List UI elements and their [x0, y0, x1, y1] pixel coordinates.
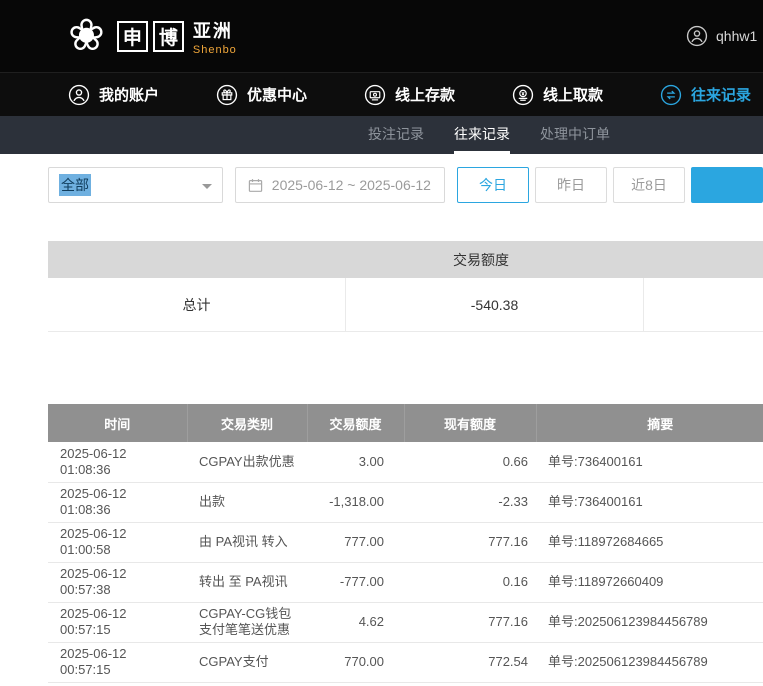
table-row: 2025-06-12 00:57:15 CGPAY-CG钱包支付笔笔送优惠 4.… — [48, 602, 763, 642]
table-header-row: 时间 交易类别 交易额度 现有额度 摘要 — [48, 404, 763, 442]
brand-region-cn: 亚洲 — [193, 17, 237, 43]
date-range-value: 2025-06-12 ~ 2025-06-12 — [272, 177, 431, 193]
cell-time: 2025-06-12 01:08:36 — [48, 482, 187, 522]
username: qhhw1 — [716, 28, 757, 44]
cell-balance: 0.66 — [404, 442, 536, 482]
deposit-icon — [364, 84, 386, 106]
nav-item-withdraw[interactable]: 线上取款 — [512, 84, 603, 106]
cell-time: 2025-06-12 00:57:15 — [48, 602, 187, 642]
tab-bet-records[interactable]: 投注记录 — [368, 116, 424, 154]
cell-summary: 单号:202506123984456789 — [536, 642, 763, 682]
nav-label: 往来记录 — [691, 84, 751, 105]
cell-amount: -777.00 — [307, 562, 404, 602]
cell-amount: 3.00 — [307, 442, 404, 482]
header-type: 交易类别 — [187, 404, 307, 442]
sub-nav: 投注记录 往来记录 处理中订单 — [0, 116, 763, 154]
filter-bar: 全部 2025-06-12 ~ 2025-06-12 今日 昨日 近8日 — [48, 167, 763, 203]
nav-label: 线上存款 — [395, 84, 455, 105]
cell-balance: -2.33 — [404, 482, 536, 522]
cell-time: 2025-06-12 00:57:15 — [48, 642, 187, 682]
records-table: 时间 交易类别 交易额度 现有额度 摘要 2025-06-12 01:08:36… — [48, 404, 763, 683]
brand-char-shen: 申 — [117, 21, 148, 52]
cell-type: CGPAY出款优惠 — [187, 442, 307, 482]
chevron-down-icon — [202, 184, 212, 194]
table-body: 2025-06-12 01:08:36 CGPAY出款优惠 3.00 0.66 … — [48, 442, 763, 682]
nav-item-promotions[interactable]: 优惠中心 — [216, 84, 307, 106]
main-nav: 我的账户 优惠中心 线上存款 线上取款 往来 — [0, 72, 763, 116]
records-icon — [660, 84, 682, 106]
cell-type: 出款 — [187, 482, 307, 522]
date-range-input[interactable]: 2025-06-12 ~ 2025-06-12 — [235, 167, 445, 203]
table-row: 2025-06-12 01:08:36 出款 -1,318.00 -2.33 单… — [48, 482, 763, 522]
cell-summary: 单号:118972660409 — [536, 562, 763, 602]
nav-label: 我的账户 — [99, 84, 159, 105]
top-header: ❀ 申 博 亚洲 Shenbo qhhw1 — [0, 0, 763, 72]
cell-type: 由 PA视讯 转入 — [187, 522, 307, 562]
flower-logo-icon: ❀ — [68, 14, 105, 58]
range-yesterday-button[interactable]: 昨日 — [535, 167, 607, 203]
account-icon — [68, 84, 90, 106]
cell-summary: 单号:736400161 — [536, 442, 763, 482]
range-8days-button[interactable]: 近8日 — [613, 167, 685, 203]
cell-balance: 0.16 — [404, 562, 536, 602]
withdraw-icon — [512, 84, 534, 106]
cell-time: 2025-06-12 01:00:58 — [48, 522, 187, 562]
calendar-icon — [248, 178, 263, 193]
cell-type: CGPAY支付 — [187, 642, 307, 682]
brand-char-bo: 博 — [153, 21, 184, 52]
type-select[interactable]: 全部 — [48, 167, 223, 203]
table-row: 2025-06-12 01:08:36 CGPAY出款优惠 3.00 0.66 … — [48, 442, 763, 482]
cell-type: CGPAY-CG钱包支付笔笔送优惠 — [187, 602, 307, 642]
range-today-button[interactable]: 今日 — [457, 167, 529, 203]
nav-item-transactions[interactable]: 往来记录 — [660, 84, 751, 106]
table-row: 2025-06-12 01:00:58 由 PA视讯 转入 777.00 777… — [48, 522, 763, 562]
brand-region-block: 亚洲 Shenbo — [193, 17, 237, 56]
summary-total-value: -540.38 — [346, 278, 644, 331]
brand-logo: ❀ 申 博 亚洲 Shenbo — [68, 14, 237, 58]
user-account[interactable]: qhhw1 — [686, 25, 757, 47]
records-table-wrap: 时间 交易类别 交易额度 现有额度 摘要 2025-06-12 01:08:36… — [48, 404, 763, 683]
cell-amount: 770.00 — [307, 642, 404, 682]
summary-table: 交易额度 总计 -540.38 — [48, 241, 763, 332]
nav-label: 线上取款 — [543, 84, 603, 105]
cell-balance: 777.16 — [404, 522, 536, 562]
cell-balance: 777.16 — [404, 602, 536, 642]
cell-amount: 777.00 — [307, 522, 404, 562]
nav-item-my-account[interactable]: 我的账户 — [68, 84, 159, 106]
user-avatar-icon — [686, 25, 708, 47]
cell-amount: -1,318.00 — [307, 482, 404, 522]
nav-item-deposit[interactable]: 线上存款 — [364, 84, 455, 106]
tab-transaction-records[interactable]: 往来记录 — [454, 116, 510, 154]
summary-empty-cell — [644, 278, 763, 331]
summary-header: 交易额度 — [48, 241, 763, 278]
tab-pending-orders[interactable]: 处理中订单 — [540, 116, 610, 154]
nav-label: 优惠中心 — [247, 84, 307, 105]
header-summary: 摘要 — [536, 404, 763, 442]
quick-range-buttons: 今日 昨日 近8日 — [457, 167, 763, 203]
summary-total-label: 总计 — [48, 278, 346, 331]
cell-time: 2025-06-12 01:08:36 — [48, 442, 187, 482]
cell-type: 转出 至 PA视讯 — [187, 562, 307, 602]
cell-summary: 单号:736400161 — [536, 482, 763, 522]
table-row: 2025-06-12 00:57:38 转出 至 PA视讯 -777.00 0.… — [48, 562, 763, 602]
promo-icon — [216, 84, 238, 106]
cell-amount: 4.62 — [307, 602, 404, 642]
header-time: 时间 — [48, 404, 187, 442]
type-select-value: 全部 — [59, 174, 91, 196]
summary-total-row: 总计 -540.38 — [48, 278, 763, 332]
cell-summary: 单号:202506123984456789 — [536, 602, 763, 642]
table-row: 2025-06-12 00:57:15 CGPAY支付 770.00 772.5… — [48, 642, 763, 682]
header-amount: 交易额度 — [307, 404, 404, 442]
cell-time: 2025-06-12 00:57:38 — [48, 562, 187, 602]
cell-balance: 772.54 — [404, 642, 536, 682]
range-more-button[interactable] — [691, 167, 763, 203]
cell-summary: 单号:118972684665 — [536, 522, 763, 562]
brand-region-en: Shenbo — [193, 44, 237, 56]
header-balance: 现有额度 — [404, 404, 536, 442]
